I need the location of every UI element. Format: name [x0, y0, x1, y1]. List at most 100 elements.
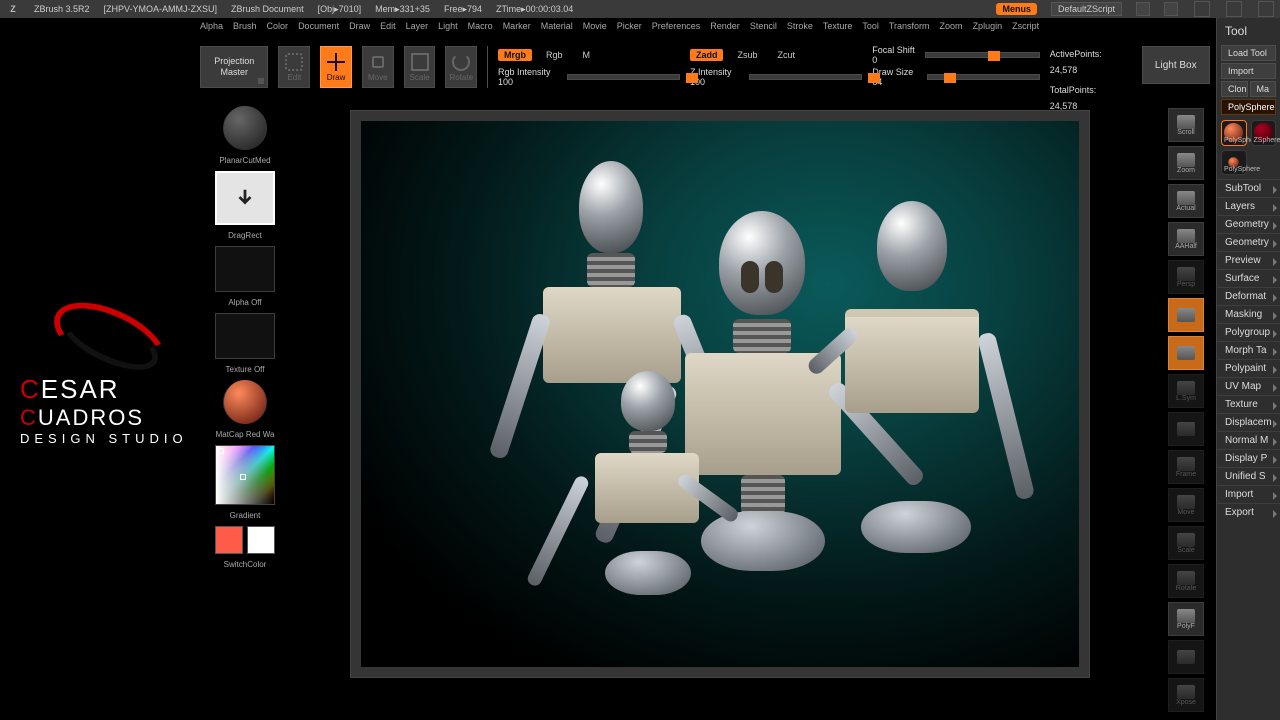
menu-edit[interactable]: Edit	[380, 21, 396, 31]
scroll-icon[interactable]: Scroll	[1168, 108, 1204, 142]
persp-icon[interactable]: Persp	[1168, 260, 1204, 294]
section-unified-s[interactable]: Unified S	[1217, 467, 1280, 485]
actual-icon[interactable]: Actual	[1168, 184, 1204, 218]
swatch-primary[interactable]	[215, 526, 243, 554]
draw-mode-button[interactable]: Draw	[320, 46, 352, 88]
menu-document[interactable]: Document	[298, 21, 339, 31]
section-texture[interactable]: Texture	[1217, 395, 1280, 413]
current-tool[interactable]: PolySphere	[1221, 99, 1276, 115]
frame-icon[interactable]: Frame	[1168, 450, 1204, 484]
layout-icon[interactable]	[1194, 1, 1210, 17]
z-intensity-slider[interactable]	[749, 74, 862, 80]
section-export[interactable]: Export	[1217, 503, 1280, 521]
scale-mode-button[interactable]: Scale	[404, 46, 436, 88]
section-deformat[interactable]: Deformat	[1217, 287, 1280, 305]
tool-item[interactable]: PolySphere	[1221, 120, 1247, 146]
section-display-p[interactable]: Display P	[1217, 449, 1280, 467]
section-preview[interactable]: Preview	[1217, 251, 1280, 269]
section-subtool[interactable]: SubTool	[1217, 179, 1280, 197]
menu-texture[interactable]: Texture	[823, 21, 853, 31]
menu-transform[interactable]: Transform	[889, 21, 930, 31]
tool-item[interactable]: PolySphere	[1221, 150, 1247, 176]
menu-render[interactable]: Render	[710, 21, 740, 31]
rgb-toggle[interactable]: Rgb	[540, 49, 569, 61]
section-import[interactable]: Import	[1217, 485, 1280, 503]
zoom-icon[interactable]: Zoom	[1168, 146, 1204, 180]
section-geometry[interactable]: Geometry	[1217, 215, 1280, 233]
rail-icon[interactable]	[1168, 298, 1204, 332]
load-tool-button[interactable]: Load Tool	[1221, 45, 1276, 61]
draw-size-slider[interactable]	[927, 74, 1040, 80]
menu-material[interactable]: Material	[541, 21, 573, 31]
layout3-icon[interactable]	[1258, 1, 1274, 17]
rotate-mode-button[interactable]: Rotate	[445, 46, 477, 88]
history-back-icon[interactable]	[1136, 2, 1150, 16]
clone-button[interactable]: Clone	[1221, 81, 1248, 97]
zcut-toggle[interactable]: Zcut	[771, 49, 801, 61]
lightbox-button[interactable]: Light Box	[1142, 46, 1210, 84]
section-surface[interactable]: Surface	[1217, 269, 1280, 287]
menu-color[interactable]: Color	[267, 21, 289, 31]
history-fwd-icon[interactable]	[1164, 2, 1178, 16]
color-picker[interactable]	[215, 445, 275, 505]
menu-layer[interactable]: Layer	[406, 21, 429, 31]
section-polygroup[interactable]: Polygroup	[1217, 323, 1280, 341]
menu-alpha[interactable]: Alpha	[200, 21, 223, 31]
scale-icon[interactable]: Scale	[1168, 526, 1204, 560]
texture-thumbnail[interactable]	[215, 313, 275, 359]
tool-item[interactable]: ZSphere	[1251, 120, 1277, 146]
swatch-secondary[interactable]	[247, 526, 275, 554]
section-morph-ta[interactable]: Morph Ta	[1217, 341, 1280, 359]
section-masking[interactable]: Masking	[1217, 305, 1280, 323]
menu-preferences[interactable]: Preferences	[652, 21, 701, 31]
make-button[interactable]: Ma	[1250, 81, 1277, 97]
menu-tool[interactable]: Tool	[862, 21, 879, 31]
rail-icon[interactable]	[1168, 336, 1204, 370]
menu-stroke[interactable]: Stroke	[787, 21, 813, 31]
menu-draw[interactable]: Draw	[349, 21, 370, 31]
xpose-icon[interactable]: Xpose	[1168, 678, 1204, 712]
menu-marker[interactable]: Marker	[503, 21, 531, 31]
menu-light[interactable]: Light	[438, 21, 458, 31]
m-toggle[interactable]: M	[577, 49, 597, 61]
aahalf-icon[interactable]: AAHalf	[1168, 222, 1204, 256]
menu-zscript[interactable]: Zscript	[1012, 21, 1039, 31]
layout2-icon[interactable]	[1226, 1, 1242, 17]
brush-thumbnail[interactable]	[223, 106, 267, 150]
switchcolor-label[interactable]: SwitchColor	[210, 560, 280, 569]
zadd-toggle[interactable]: Zadd	[690, 49, 724, 61]
gradient-label[interactable]: Gradient	[210, 511, 280, 520]
menu-macro[interactable]: Macro	[468, 21, 493, 31]
move-mode-button[interactable]: Move	[362, 46, 394, 88]
menu-zplugin[interactable]: Zplugin	[973, 21, 1003, 31]
focal-shift-slider[interactable]	[925, 52, 1040, 58]
mrgb-toggle[interactable]: Mrgb	[498, 49, 532, 61]
rail-icon[interactable]	[1168, 640, 1204, 674]
import-button[interactable]: Import	[1221, 63, 1276, 79]
section-geometry[interactable]: Geometry	[1217, 233, 1280, 251]
section-uv-map[interactable]: UV Map	[1217, 377, 1280, 395]
viewport-canvas[interactable]	[361, 121, 1079, 667]
section-displacem[interactable]: Displacem	[1217, 413, 1280, 431]
section-layers[interactable]: Layers	[1217, 197, 1280, 215]
menu-zoom[interactable]: Zoom	[940, 21, 963, 31]
rail-icon[interactable]	[1168, 412, 1204, 446]
section-normal-m[interactable]: Normal M	[1217, 431, 1280, 449]
menu-brush[interactable]: Brush	[233, 21, 257, 31]
zsub-toggle[interactable]: Zsub	[731, 49, 763, 61]
rgb-intensity-slider[interactable]	[567, 74, 680, 80]
menus-button[interactable]: Menus	[996, 3, 1037, 15]
default-zscript-button[interactable]: DefaultZScript	[1051, 2, 1122, 16]
menu-movie[interactable]: Movie	[583, 21, 607, 31]
material-thumbnail[interactable]	[223, 380, 267, 424]
section-polypaint[interactable]: Polypaint	[1217, 359, 1280, 377]
polyf-icon[interactable]: PolyF	[1168, 602, 1204, 636]
stroke-thumbnail[interactable]	[215, 171, 275, 225]
alpha-thumbnail[interactable]	[215, 246, 275, 292]
l-sym-icon[interactable]: L.Sym	[1168, 374, 1204, 408]
rotate-icon[interactable]: Rotate	[1168, 564, 1204, 598]
move-icon[interactable]: Move	[1168, 488, 1204, 522]
edit-mode-button[interactable]: Edit	[278, 46, 310, 88]
menu-stencil[interactable]: Stencil	[750, 21, 777, 31]
menu-picker[interactable]: Picker	[617, 21, 642, 31]
